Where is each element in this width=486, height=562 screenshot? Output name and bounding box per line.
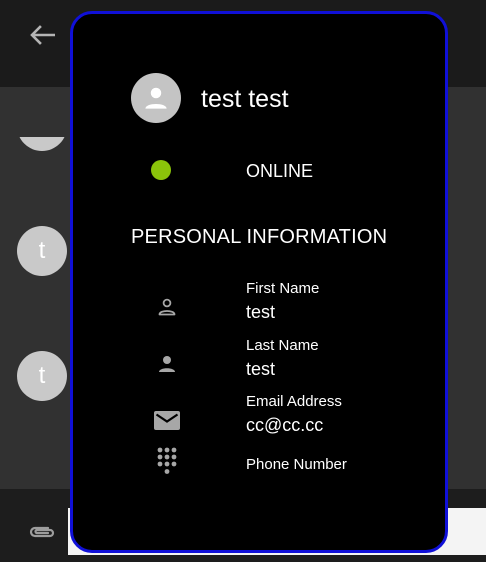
person-icon [145,87,167,109]
email-label: Email Address [246,393,342,410]
paperclip-icon [29,526,55,538]
person-outline-icon [151,291,183,323]
email-icon [151,404,183,436]
profile-name: test test [201,85,289,113]
chat-avatar[interactable]: t [17,226,67,276]
person-icon [151,348,183,380]
first-name-label: First Name [246,280,320,297]
last-name-value: test [246,359,276,379]
profile-modal: test test ONLINE PERSONAL INFORMATION Fi… [70,11,448,553]
email-value: cc@cc.cc [246,415,324,435]
back-button[interactable] [26,22,58,48]
dialpad-icon [151,444,183,478]
section-title: PERSONAL INFORMATION [131,226,388,248]
arrow-back-icon [30,25,55,45]
phone-label: Phone Number [246,456,347,473]
status-indicator [151,160,171,180]
app-root: t t test test ONLINE PERSONAL INFORMATIO… [0,0,486,562]
chat-avatar[interactable]: t [17,351,67,401]
profile-avatar [131,73,181,123]
attach-button[interactable] [26,519,58,545]
first-name-value: test [246,302,276,322]
status-text: ONLINE [246,161,314,181]
last-name-label: Last Name [246,337,319,354]
